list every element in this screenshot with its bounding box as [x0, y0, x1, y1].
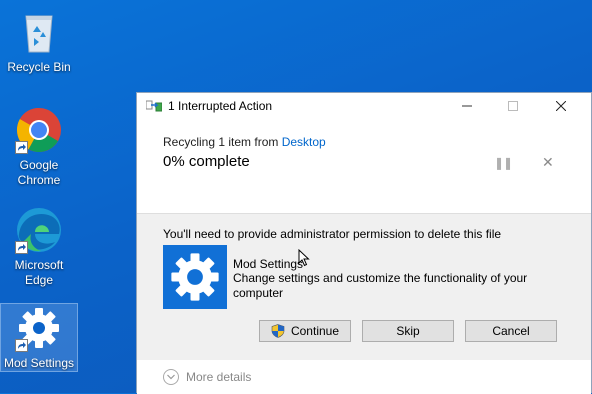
pause-button[interactable]: ❚❚: [494, 156, 513, 170]
cancel-label: Cancel: [492, 324, 530, 338]
maximize-icon: [508, 101, 518, 111]
desktop-icon-label: Microsoft Edge: [14, 258, 64, 287]
skip-button[interactable]: Skip: [362, 320, 454, 342]
source-location-link[interactable]: Desktop: [282, 135, 326, 149]
more-details-toggle[interactable]: More details: [163, 369, 251, 385]
edge-icon: [15, 206, 63, 254]
mod-settings-gear-icon: [15, 304, 63, 352]
recycling-text: Recycling 1 item from: [163, 135, 282, 149]
chrome-icon: [15, 106, 63, 154]
cancel-button[interactable]: Cancel: [465, 320, 557, 342]
minimize-button[interactable]: [444, 93, 490, 119]
file-description: Change settings and customize the functi…: [233, 271, 528, 300]
chevron-down-icon: [163, 369, 179, 385]
file-settings-gear-icon: [163, 245, 227, 309]
shortcut-arrow-icon: [15, 241, 28, 254]
more-details-label: More details: [186, 370, 252, 384]
continue-label: Continue: [290, 324, 340, 338]
recycling-status: Recycling 1 item from Desktop: [163, 135, 326, 149]
desktop-icon-microsoft-edge[interactable]: Microsoft Edge: [1, 206, 77, 288]
shortcut-arrow-icon: [15, 141, 28, 154]
desktop-icon-google-chrome[interactable]: Google Chrome: [1, 106, 77, 188]
continue-button[interactable]: Continue: [259, 320, 351, 342]
progress-section: Recycling 1 item from Desktop 0% complet…: [137, 119, 591, 214]
desktop-icon-mod-settings[interactable]: Mod Settings: [0, 303, 78, 372]
percent-complete: 0% complete: [163, 153, 250, 170]
permission-section: You'll need to provide administrator per…: [137, 214, 591, 360]
interrupted-action-dialog: 1 Interrupted Action Recycling 1 item fr…: [136, 92, 592, 394]
file-transfer-icon: [145, 99, 163, 113]
skip-label: Skip: [396, 324, 420, 338]
shortcut-arrow-icon: [15, 339, 28, 352]
desktop-icon-label: Mod Settings: [3, 356, 75, 370]
minimize-icon: [462, 105, 472, 107]
details-section: More details: [137, 360, 591, 394]
dialog-title: 1 Interrupted Action: [168, 99, 273, 113]
close-icon: [556, 101, 566, 111]
maximize-button[interactable]: [490, 93, 536, 119]
desktop-icon-label: Recycle Bin: [7, 60, 71, 74]
mouse-cursor-icon: [298, 248, 310, 272]
desktop-icon-label: Google Chrome: [17, 158, 61, 187]
close-window-button[interactable]: [538, 93, 584, 119]
file-name: Mod Settings: [233, 257, 304, 271]
dialog-titlebar[interactable]: 1 Interrupted Action: [137, 93, 591, 119]
recycle-bin-icon: [15, 8, 63, 56]
uac-shield-icon: [271, 324, 285, 338]
cancel-operation-button[interactable]: ✕: [542, 154, 554, 171]
permission-message: You'll need to provide administrator per…: [163, 227, 502, 241]
desktop-icon-recycle-bin[interactable]: Recycle Bin: [1, 8, 77, 75]
